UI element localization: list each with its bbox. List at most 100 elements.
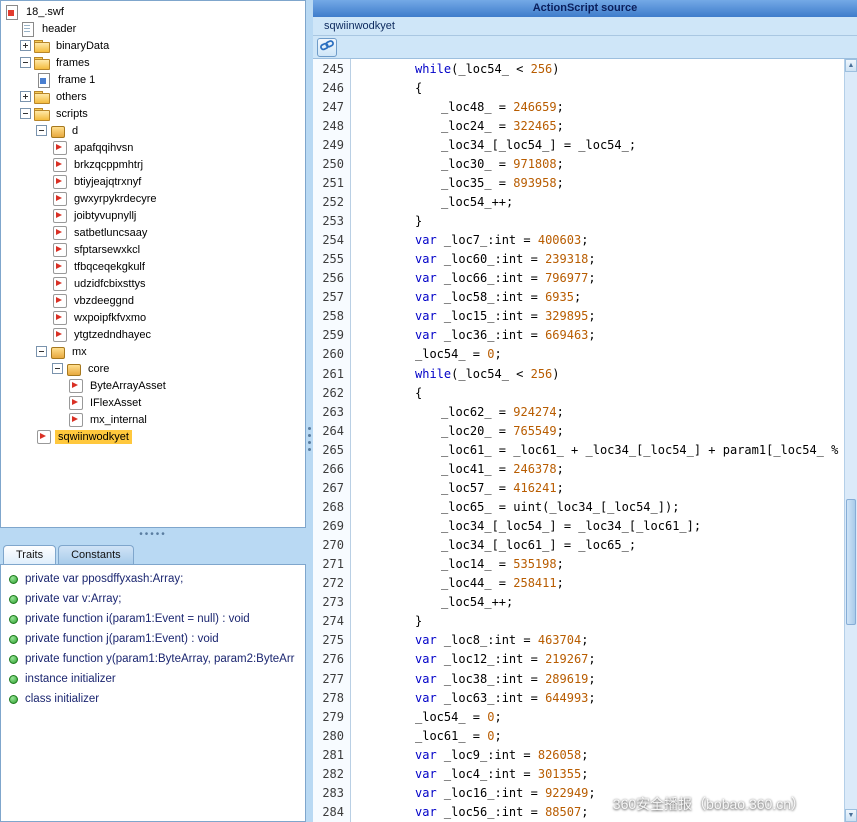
code-line: 273_loc54_++; [313, 593, 857, 612]
folder-icon [34, 89, 49, 104]
tree-item-d[interactable]: d [1, 122, 305, 139]
tree-item-label: core [85, 362, 112, 376]
trait-label: private var v:Array; [25, 593, 122, 605]
tree-item-binaryData[interactable]: binaryData [1, 37, 305, 54]
line-number: 268 [313, 497, 351, 516]
tree-item-mx[interactable]: mx [1, 343, 305, 360]
line-number: 246 [313, 78, 351, 97]
traits-list: private var pposdffyxash:Array; private v… [0, 564, 306, 822]
code-line: 279_loc54_ = 0; [313, 707, 857, 726]
tree-item-core[interactable]: core [1, 360, 305, 377]
trait-visibility-icon [9, 655, 18, 664]
tab-constants[interactable]: Constants [58, 545, 134, 564]
expand-icon[interactable] [20, 91, 31, 102]
trait-item[interactable]: private var v:Array; [1, 589, 305, 609]
code-line-source: _loc54_++; [351, 195, 857, 209]
script-icon [52, 276, 67, 291]
code-line-source: while(_loc54_ < 256) [351, 62, 857, 76]
code-line: 254var _loc7_:int = 400603; [313, 231, 857, 250]
folder-icon [34, 38, 49, 53]
code-line-source: _loc54_++; [351, 595, 857, 609]
code-line-source: var _loc4_:int = 301355; [351, 767, 857, 781]
scrollbar-track[interactable] [845, 72, 857, 809]
trait-item[interactable]: instance initializer [1, 669, 305, 689]
line-number: 254 [313, 231, 351, 250]
code-line-source: var _loc16_:int = 922949; [351, 786, 857, 800]
tree-item-satbetluncsaay[interactable]: satbetluncsaay [1, 224, 305, 241]
code-panel: 245while(_loc54_ < 256)246{247_loc48_ = … [313, 59, 857, 822]
trait-item[interactable]: private function y(param1:ByteArray, par… [1, 649, 305, 669]
tree-item-IFlexAsset[interactable]: IFlexAsset [1, 394, 305, 411]
tree-item-ytgtzedndhayec[interactable]: ytgtzedndhayec [1, 326, 305, 343]
tree-item-brkzqcppmhtrj[interactable]: brkzqcppmhtrj [1, 156, 305, 173]
script-icon [52, 259, 67, 274]
trait-item[interactable]: private function j(param1:Event) : void [1, 629, 305, 649]
collapse-icon[interactable] [36, 125, 47, 136]
scroll-down-button[interactable]: ▼ [845, 809, 857, 822]
tree-item-apafqqihvsn[interactable]: apafqqihvsn [1, 139, 305, 156]
tree-item-tfbqceqekgkulf[interactable]: tfbqceqekgkulf [1, 258, 305, 275]
trait-item[interactable]: private function i(param1:Event = null) … [1, 609, 305, 629]
line-number: 247 [313, 97, 351, 116]
code-line: 259var _loc36_:int = 669463; [313, 326, 857, 345]
tree-item-scripts[interactable]: scripts [1, 105, 305, 122]
code-line-source: _loc20_ = 765549; [351, 424, 857, 438]
tree-item-sqwiinwodkyet[interactable]: sqwiinwodkyet [1, 428, 305, 445]
tree-item-frames[interactable]: frames [1, 54, 305, 71]
tree-item-wxpoipfkfvxmo[interactable]: wxpoipfkfvxmo [1, 309, 305, 326]
tree-item-label: frames [53, 56, 93, 70]
tree-item-udzidfcbixsttys[interactable]: udzidfcbixsttys [1, 275, 305, 292]
folder-icon [34, 106, 49, 121]
tree-item-ByteArrayAsset[interactable]: ByteArrayAsset [1, 377, 305, 394]
line-number: 251 [313, 173, 351, 192]
trait-item[interactable]: class initializer [1, 689, 305, 709]
code-line-source: var _loc36_:int = 669463; [351, 328, 857, 342]
scrollbar-thumb[interactable] [846, 499, 856, 624]
tree-item-header[interactable]: header [1, 20, 305, 37]
tree-item-btiyjeajqtrxnyf[interactable]: btiyjeajqtrxnyf [1, 173, 305, 190]
tree-item-vbzdeeggnd[interactable]: vbzdeeggnd [1, 292, 305, 309]
code-editor[interactable]: 245while(_loc54_ < 256)246{247_loc48_ = … [313, 59, 857, 822]
line-number: 269 [313, 517, 351, 536]
code-line: 252_loc54_++; [313, 192, 857, 211]
collapse-icon[interactable] [36, 346, 47, 357]
line-number: 280 [313, 726, 351, 745]
trait-item[interactable]: private var pposdffyxash:Array; [1, 569, 305, 589]
tree-item-frame-1[interactable]: frame 1 [1, 71, 305, 88]
code-line: 281var _loc9_:int = 826058; [313, 745, 857, 764]
tree-item-others[interactable]: others [1, 88, 305, 105]
scroll-up-button[interactable]: ▲ [845, 59, 857, 72]
link-button[interactable] [317, 38, 337, 57]
tree-item-gwxyrpykrdecyre[interactable]: gwxyrpykrdecyre [1, 190, 305, 207]
script-icon [52, 293, 67, 308]
code-line: 268_loc65_ = uint(_loc34_[_loc54_]); [313, 497, 857, 516]
source-tab[interactable]: sqwiinwodkyet [318, 19, 401, 33]
vertical-splitter[interactable] [306, 0, 313, 822]
tree-item-label: d [69, 124, 81, 138]
code-line-source: var _loc12_:int = 219267; [351, 652, 857, 666]
collapse-icon[interactable] [20, 108, 31, 119]
code-line: 262{ [313, 383, 857, 402]
tree-item-label: mx [69, 345, 90, 359]
package-icon [66, 361, 81, 376]
tree-item-joibtyvupnyllj[interactable]: joibtyvupnyllj [1, 207, 305, 224]
expand-icon[interactable] [20, 40, 31, 51]
tree-item-label: others [53, 90, 90, 104]
tree-item-label: sfptarsewxkcl [71, 243, 143, 257]
tree-item-label: tfbqceqekgkulf [71, 260, 148, 274]
tab-traits[interactable]: Traits [3, 545, 56, 564]
code-line: 284var _loc56_:int = 88507; [313, 802, 857, 821]
tree-item-label: vbzdeeggnd [71, 294, 137, 308]
tree-item-label: gwxyrpykrdecyre [71, 192, 160, 206]
script-icon [52, 327, 67, 342]
collapse-icon[interactable] [52, 363, 63, 374]
collapse-icon[interactable] [20, 57, 31, 68]
code-line-source: _loc48_ = 246659; [351, 100, 857, 114]
code-line: 256var _loc66_:int = 796977; [313, 269, 857, 288]
tree-item-mx_internal[interactable]: mx_internal [1, 411, 305, 428]
horizontal-splitter[interactable]: ••••• [0, 528, 306, 541]
tree-item-18_-swf[interactable]: 18_.swf [1, 3, 305, 20]
tree-item-sfptarsewxkcl[interactable]: sfptarsewxkcl [1, 241, 305, 258]
code-scrollbar[interactable]: ▲ ▼ [844, 59, 857, 822]
code-line: 264_loc20_ = 765549; [313, 421, 857, 440]
